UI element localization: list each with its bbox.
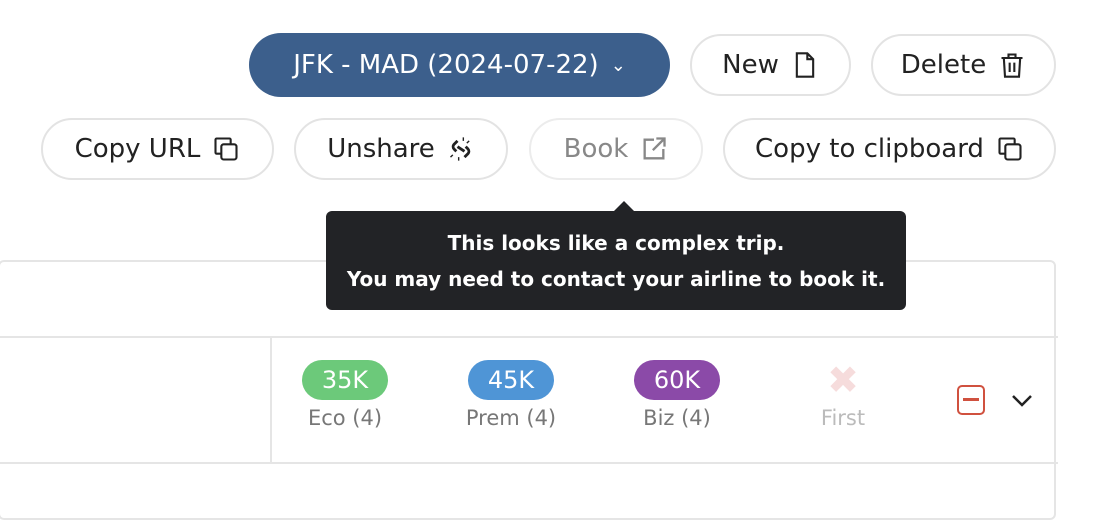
price-badge: 60K xyxy=(634,360,720,400)
delete-label: Delete xyxy=(900,50,987,80)
tooltip: This looks like a complex trip. You may n… xyxy=(326,201,906,310)
cabin-label: First xyxy=(820,406,866,430)
external-link-icon xyxy=(643,137,667,160)
chevron-down-icon[interactable] xyxy=(1010,392,1034,408)
copy-to-clipboard-label: Copy to clipboard xyxy=(755,134,984,164)
unshare-label: Unshare xyxy=(327,134,435,164)
new-label: New xyxy=(722,50,779,80)
route-selector[interactable]: JFK - MAD (2024-07-22) ⌄ xyxy=(249,33,670,97)
copy-icon xyxy=(998,137,1022,161)
unavailable-x-icon: ✖ xyxy=(827,358,859,402)
price-badge: 35K xyxy=(302,360,388,400)
route-label: JFK - MAD (2024-07-22) xyxy=(293,50,599,80)
unshare-button[interactable]: Unshare xyxy=(294,118,508,180)
copy-url-label: Copy URL xyxy=(74,134,201,164)
trash-icon xyxy=(1001,53,1023,78)
copy-icon xyxy=(214,137,238,161)
cabin-first: ✖ First xyxy=(793,360,893,430)
cabin-prem[interactable]: 45K Prem (4) xyxy=(461,360,561,430)
cabin-eco[interactable]: 35K Eco (4) xyxy=(295,360,395,430)
copy-to-clipboard-button[interactable]: Copy to clipboard xyxy=(723,118,1056,180)
delete-button[interactable]: Delete xyxy=(871,34,1056,96)
tooltip-line-1: This looks like a complex trip. xyxy=(447,230,785,255)
document-icon xyxy=(795,52,815,78)
remove-icon[interactable] xyxy=(957,385,985,415)
broken-link-icon xyxy=(449,137,471,161)
book-label: Book xyxy=(563,134,629,164)
cabin-label: Prem (4) xyxy=(465,406,557,430)
cabin-label: Biz (4) xyxy=(643,406,711,430)
cabin-label: Eco (4) xyxy=(307,406,383,430)
divider xyxy=(270,336,272,464)
tooltip-line-2: You may need to contact your airline to … xyxy=(346,266,886,291)
price-badge: 45K xyxy=(468,360,554,400)
chevron-down-icon: ⌄ xyxy=(610,54,626,76)
book-button[interactable]: Book xyxy=(529,118,703,180)
copy-url-button[interactable]: Copy URL xyxy=(41,118,274,180)
cabin-biz[interactable]: 60K Biz (4) xyxy=(627,360,727,430)
new-button[interactable]: New xyxy=(690,34,851,96)
